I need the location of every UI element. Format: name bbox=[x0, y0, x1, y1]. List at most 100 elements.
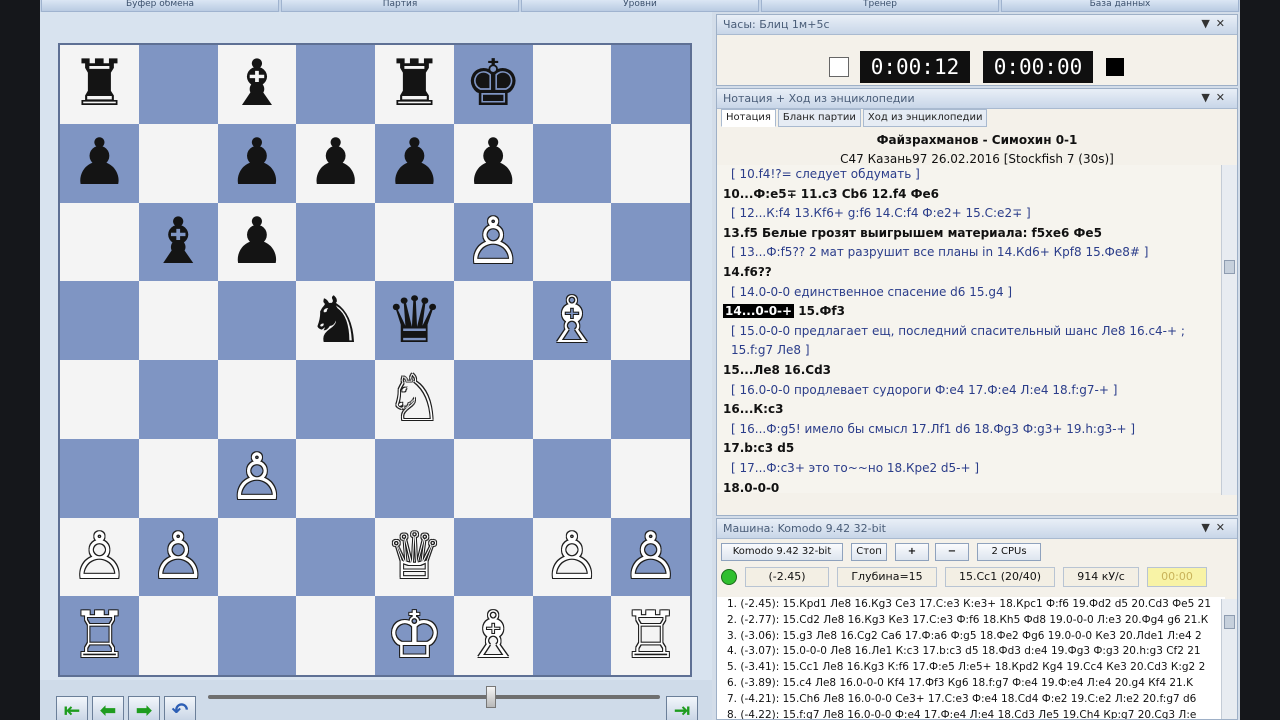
notation-line[interactable]: 15...Лe8 16.Cd3 bbox=[717, 361, 1225, 381]
engine-line[interactable]: 8. (-4.22): 15.f:g7 Лe8 16.0-0-0 Ф:e4 17… bbox=[717, 708, 1225, 719]
board-square[interactable]: ♙ bbox=[217, 438, 297, 518]
board-square[interactable]: ♙ bbox=[453, 202, 533, 282]
last-move-button[interactable]: ⇥ bbox=[666, 696, 698, 720]
engine-stop-button[interactable]: Стоп bbox=[851, 543, 887, 561]
board-square[interactable] bbox=[611, 202, 690, 282]
board-square[interactable] bbox=[532, 596, 612, 675]
chess-piece[interactable]: ♛ bbox=[386, 289, 443, 353]
board-square[interactable] bbox=[611, 45, 690, 124]
current-move-highlight[interactable]: 14...0-0-+ bbox=[723, 304, 795, 319]
notation-line[interactable]: [ 17...Ф:c3+ это то~~но 18.Крe2 d5-+ ] bbox=[717, 459, 1225, 479]
chess-piece[interactable]: ♖ bbox=[622, 604, 679, 668]
engine-name[interactable]: Komodo 9.42 32-bit bbox=[721, 543, 843, 561]
ribbon-trainer[interactable]: Тренер bbox=[761, 0, 999, 12]
chess-piece[interactable]: ♙ bbox=[622, 525, 679, 589]
notation-line[interactable]: [ 15.0-0-0 предлагает ещ, последний спас… bbox=[717, 322, 1225, 342]
engine-line[interactable]: 2. (-2.77): 15.Cd2 Лe8 16.Кg3 Кe3 17.С:e… bbox=[717, 613, 1225, 629]
chess-piece[interactable]: ♝ bbox=[149, 210, 206, 274]
engine-line[interactable]: 7. (-4.21): 15.Ch6 Лe8 16.0-0-0 Ce3+ 17.… bbox=[717, 692, 1225, 708]
engine-line[interactable]: 5. (-3.41): 15.Cc1 Лe8 16.Кg3 К:f6 17.Ф:… bbox=[717, 660, 1225, 676]
game-slider-track[interactable] bbox=[208, 695, 660, 699]
notation-line[interactable]: 14.f6?? bbox=[717, 263, 1225, 283]
board-square[interactable] bbox=[217, 517, 297, 597]
board-square[interactable] bbox=[217, 281, 297, 360]
board-square[interactable] bbox=[611, 360, 690, 439]
board-square[interactable]: ♖ bbox=[60, 596, 139, 675]
board-square[interactable]: ♟ bbox=[453, 123, 533, 203]
prev-move-button[interactable]: ⬅ bbox=[92, 696, 124, 720]
board-square[interactable] bbox=[532, 123, 612, 203]
board-square[interactable] bbox=[296, 438, 375, 518]
board-square[interactable]: ♟ bbox=[217, 202, 297, 282]
chess-piece[interactable]: ♘ bbox=[386, 367, 443, 431]
game-slider-thumb[interactable] bbox=[486, 686, 496, 708]
notation-line[interactable]: [ 12...К:f4 13.Кf6+ g:f6 14.С:f4 Ф:e2+ 1… bbox=[717, 204, 1225, 224]
board-square[interactable] bbox=[375, 438, 454, 518]
board-square[interactable] bbox=[217, 596, 297, 675]
board-square[interactable]: ♙ bbox=[532, 517, 612, 597]
chess-piece[interactable]: ♜ bbox=[386, 52, 443, 116]
engine-line[interactable]: 4. (-3.07): 15.0-0-0 Лe8 16.Лe1 К:c3 17.… bbox=[717, 644, 1225, 660]
notation-line[interactable]: [ 10.f4!?= следует обдумать ] bbox=[717, 165, 1225, 185]
notation-line[interactable]: 17.b:c3 d5 bbox=[717, 439, 1225, 459]
board-square[interactable] bbox=[532, 202, 612, 282]
chess-piece[interactable]: ♟ bbox=[464, 131, 521, 195]
panel-controls[interactable]: ▼✕ bbox=[1201, 17, 1231, 30]
tab-scoresheet[interactable]: Бланк партии bbox=[777, 109, 861, 127]
board-square[interactable] bbox=[296, 360, 375, 439]
panel-controls[interactable]: ▼✕ bbox=[1201, 521, 1231, 534]
board-square[interactable]: ♝ bbox=[138, 202, 218, 282]
engine-lines[interactable]: 1. (-2.45): 15.Крd1 Лe8 16.Кg3 Ce3 17.С:… bbox=[717, 597, 1225, 719]
ribbon-levels[interactable]: Уровни bbox=[521, 0, 759, 12]
board-square[interactable] bbox=[138, 438, 218, 518]
board-square[interactable]: ♙ bbox=[138, 517, 218, 597]
board-square[interactable]: ♔ bbox=[375, 596, 454, 675]
board-square[interactable]: ♟ bbox=[296, 123, 375, 203]
board-square[interactable]: ♜ bbox=[60, 45, 139, 124]
first-move-button[interactable]: ⇤ bbox=[56, 696, 88, 720]
board-square[interactable] bbox=[611, 281, 690, 360]
engine-line[interactable]: 3. (-3.06): 15.g3 Лe8 16.Cg2 Ca6 17.Ф:a6… bbox=[717, 629, 1225, 645]
board-square[interactable] bbox=[60, 281, 139, 360]
notation-line[interactable]: [ 16.0-0-0 продлевает судороги Ф:e4 17.Ф… bbox=[717, 381, 1225, 401]
chess-piece[interactable]: ♜ bbox=[71, 52, 128, 116]
notation-list[interactable]: [ 10.f4!?= следует обдумать ] 10...Ф:e5∓ … bbox=[717, 165, 1225, 493]
take-back-button[interactable]: ↶ bbox=[164, 696, 196, 720]
notation-line[interactable]: 18.0-0-0 bbox=[717, 479, 1225, 494]
board-square[interactable] bbox=[60, 438, 139, 518]
panel-controls[interactable]: ▼✕ bbox=[1201, 91, 1231, 104]
board-square[interactable]: ♙ bbox=[611, 517, 690, 597]
board-square[interactable] bbox=[611, 438, 690, 518]
board-square[interactable] bbox=[532, 438, 612, 518]
tab-encyclopedia[interactable]: Ход из энциклопедии bbox=[862, 109, 988, 127]
chess-piece[interactable]: ♞ bbox=[307, 289, 364, 353]
notation-line[interactable]: 10...Ф:e5∓ 11.c3 Cb6 12.f4 Фe6 bbox=[717, 185, 1225, 205]
board-square[interactable]: ♞ bbox=[296, 281, 375, 360]
chess-piece[interactable]: ♚ bbox=[464, 52, 521, 116]
engine-scroll-thumb[interactable] bbox=[1224, 615, 1235, 629]
chess-piece[interactable]: ♗ bbox=[543, 289, 600, 353]
board-square[interactable]: ♟ bbox=[217, 123, 297, 203]
board-square[interactable] bbox=[217, 360, 297, 439]
board-square[interactable]: ♟ bbox=[60, 123, 139, 203]
board-square[interactable] bbox=[296, 517, 375, 597]
board-square[interactable] bbox=[138, 360, 218, 439]
board-square[interactable] bbox=[611, 123, 690, 203]
board-square[interactable]: ♜ bbox=[375, 45, 454, 124]
board-square[interactable] bbox=[453, 281, 533, 360]
board-square[interactable] bbox=[296, 596, 375, 675]
chess-piece[interactable]: ♝ bbox=[228, 52, 285, 116]
board-square[interactable]: ♚ bbox=[453, 45, 533, 124]
ribbon-clipboard[interactable]: Буфер обмена bbox=[41, 0, 279, 12]
chess-piece[interactable]: ♟ bbox=[386, 131, 443, 195]
board-square[interactable] bbox=[453, 438, 533, 518]
chess-piece[interactable]: ♔ bbox=[386, 604, 443, 668]
chess-piece[interactable]: ♟ bbox=[228, 210, 285, 274]
board-square[interactable] bbox=[296, 45, 375, 124]
notation-line[interactable]: 14...0-0-+ 15.Фf3 bbox=[717, 302, 1225, 322]
engine-line[interactable]: 1. (-2.45): 15.Крd1 Лe8 16.Кg3 Ce3 17.С:… bbox=[717, 597, 1225, 613]
chess-piece[interactable]: ♙ bbox=[228, 446, 285, 510]
chess-piece[interactable]: ♙ bbox=[149, 525, 206, 589]
chess-piece[interactable]: ♟ bbox=[71, 131, 128, 195]
board-square[interactable]: ♖ bbox=[611, 596, 690, 675]
